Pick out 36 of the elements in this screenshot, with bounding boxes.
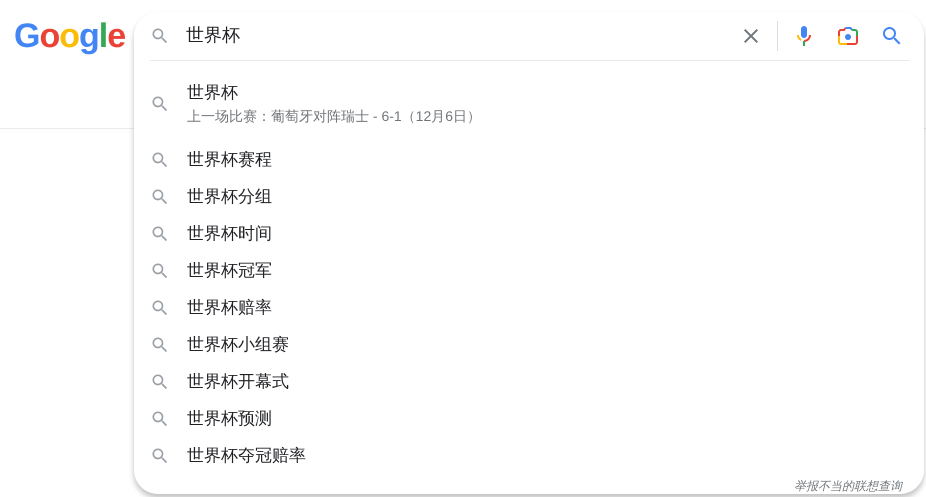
search-icon	[150, 372, 170, 392]
suggestion-item[interactable]: 世界杯时间	[134, 215, 924, 252]
suggestion-item[interactable]: 世界杯小组赛	[134, 326, 924, 363]
search-icon	[150, 94, 170, 114]
suggestion-text: 世界杯冠军	[187, 260, 272, 282]
suggestion-text: 世界杯夺冠赔率	[187, 444, 306, 466]
suggestion-item[interactable]: 世界杯分组	[134, 178, 924, 215]
suggestion-text: 世界杯小组赛	[187, 334, 289, 356]
camera-icon[interactable]	[836, 24, 860, 48]
search-field[interactable]: 世界杯	[186, 24, 731, 48]
suggestion-subtitle: 上一场比赛：葡萄牙对阵瑞士 - 6-1（12月6日）	[187, 107, 482, 126]
search-icon	[150, 150, 170, 170]
suggestion-text: 世界杯赔率	[187, 296, 272, 318]
suggestion-text: 世界杯开幕式	[187, 370, 289, 392]
suggestion-text: 世界杯赛程	[187, 148, 272, 170]
search-icon	[150, 186, 170, 206]
search-icon	[150, 260, 170, 280]
report-link[interactable]: 举报不当的联想查询	[794, 478, 902, 494]
suggestion-item[interactable]: 世界杯冠军	[134, 252, 924, 289]
search-icon	[150, 334, 170, 354]
search-icon	[150, 224, 170, 244]
suggestion-item[interactable]: 世界杯 上一场比赛：葡萄牙对阵瑞士 - 6-1（12月6日）	[134, 67, 924, 141]
suggestion-item[interactable]: 世界杯赔率	[134, 289, 924, 326]
suggestion-item[interactable]: 世界杯夺冠赔率	[134, 437, 924, 474]
search-icon	[150, 26, 170, 46]
suggestion-text: 世界杯	[187, 82, 239, 104]
suggestion-item[interactable]: 世界杯赛程	[134, 141, 924, 178]
google-logo[interactable]: Google	[14, 16, 126, 56]
suggestion-text: 世界杯分组	[187, 186, 272, 208]
suggestion-item[interactable]: 世界杯开幕式	[134, 363, 924, 400]
suggestion-text: 世界杯时间	[187, 222, 272, 244]
search-icon	[150, 298, 170, 318]
suggestion-text: 世界杯预测	[187, 408, 272, 430]
search-icon	[150, 408, 170, 428]
search-icon	[150, 446, 170, 466]
suggestion-item[interactable]: 世界杯预测	[134, 400, 924, 437]
